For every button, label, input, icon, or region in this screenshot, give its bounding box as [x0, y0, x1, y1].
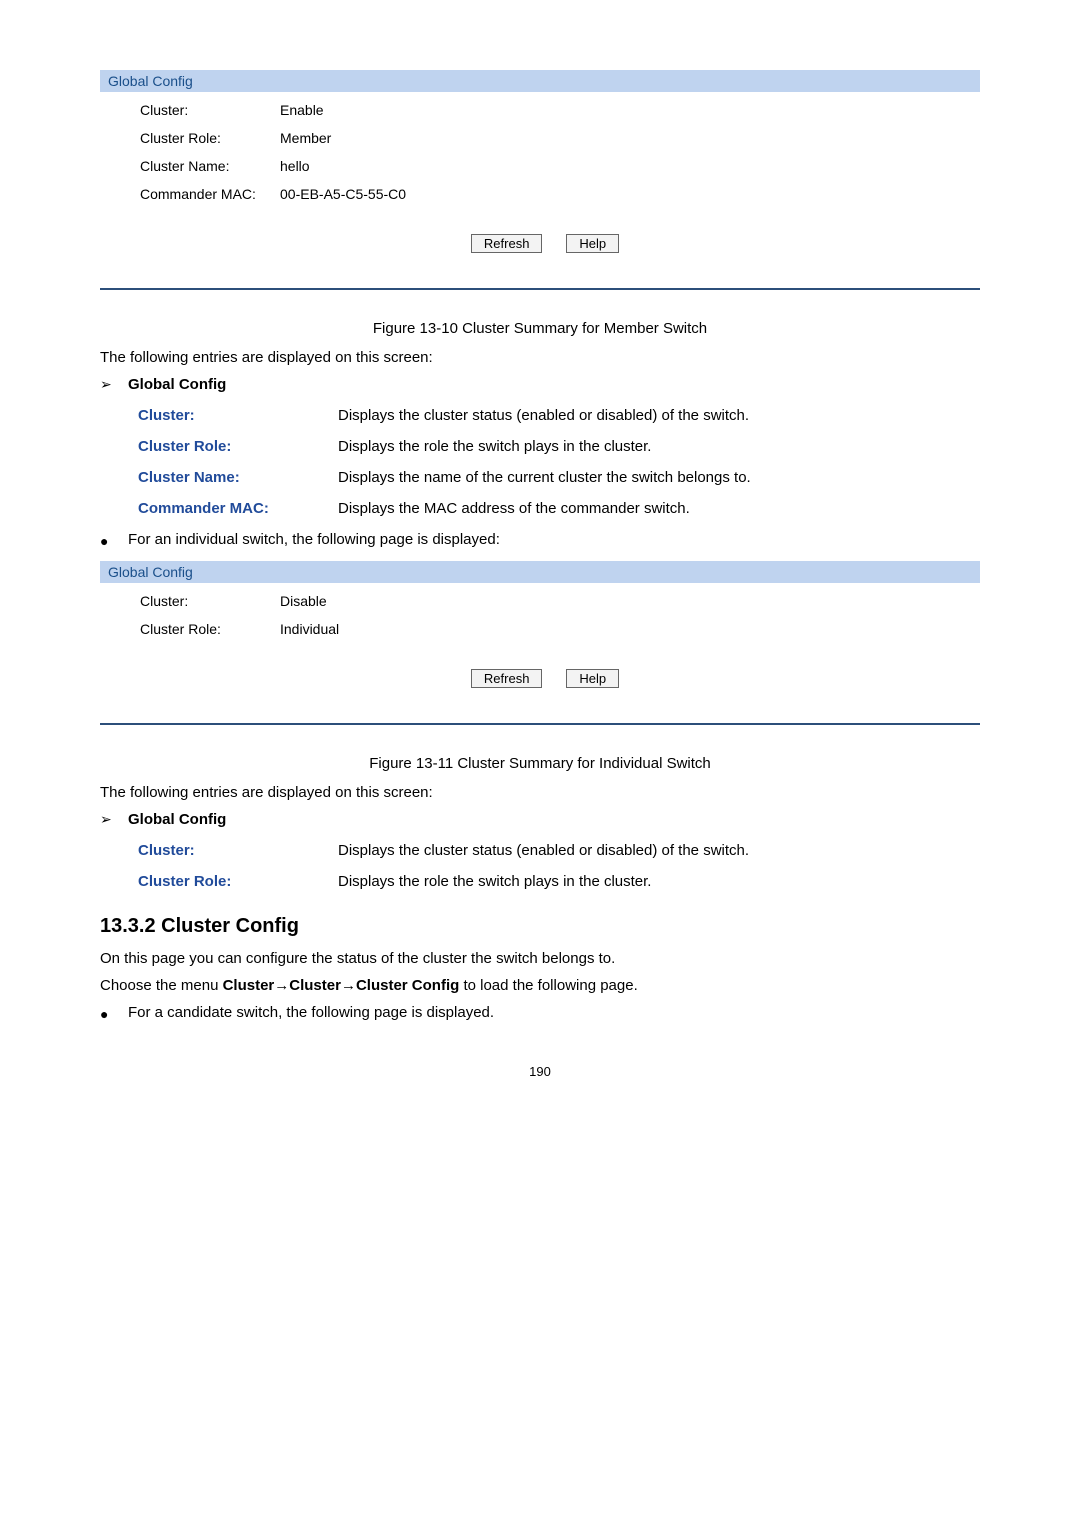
section-heading: ➢ Global Config: [100, 376, 980, 393]
figure-caption: Figure 13-11 Cluster Summary for Individ…: [100, 755, 980, 772]
config-row: Commander MAC: 00-EB-A5-C5-55-C0: [140, 186, 950, 202]
bullet-icon: ●: [100, 531, 128, 551]
figure-caption: Figure 13-10 Cluster Summary for Member …: [100, 320, 980, 337]
bullet-paragraph: ● For an individual switch, the followin…: [100, 531, 980, 551]
definition-list: Cluster: Displays the cluster status (en…: [100, 842, 980, 890]
definition-row: Cluster Name: Displays the name of the c…: [138, 469, 980, 486]
global-config-panel-individual: Global Config Cluster: Disable Cluster R…: [100, 561, 980, 725]
menu-path-paragraph: Choose the menu Cluster→Cluster→Cluster …: [100, 977, 980, 994]
cluster-value: Enable: [280, 102, 324, 118]
definition-list: Cluster: Displays the cluster status (en…: [100, 407, 980, 517]
config-row: Cluster Role: Member: [140, 130, 950, 146]
config-row: Cluster: Enable: [140, 102, 950, 118]
commander-mac-value: 00-EB-A5-C5-55-C0: [280, 186, 406, 202]
desc-cluster: Displays the cluster status (enabled or …: [338, 842, 749, 859]
button-row: Refresh Help: [140, 649, 950, 703]
cluster-name-label: Cluster Name:: [140, 158, 280, 174]
cluster-role-label: Cluster Role:: [140, 130, 280, 146]
config-row: Cluster Role: Individual: [140, 621, 950, 637]
bullet-icon: ●: [100, 1004, 128, 1024]
help-button[interactable]: Help: [566, 669, 619, 688]
arrow-icon: ➢: [100, 811, 128, 828]
term-cluster-role: Cluster Role:: [138, 873, 338, 890]
intro-text: The following entries are displayed on t…: [100, 349, 980, 366]
section-heading: ➢ Global Config: [100, 811, 980, 828]
section-title: Global Config: [128, 376, 226, 393]
cluster-label: Cluster:: [140, 593, 280, 609]
term-cluster: Cluster:: [138, 407, 338, 424]
help-button[interactable]: Help: [566, 234, 619, 253]
config-row: Cluster: Disable: [140, 593, 950, 609]
menu-path-suffix: to load the following page.: [459, 977, 637, 994]
config-row: Cluster Name: hello: [140, 158, 950, 174]
panel-header: Global Config: [100, 561, 980, 583]
arrow-icon: ➢: [100, 376, 128, 393]
term-commander-mac: Commander MAC:: [138, 500, 338, 517]
desc-cluster-role: Displays the role the switch plays in th…: [338, 438, 651, 455]
desc-cluster-role: Displays the role the switch plays in th…: [338, 873, 651, 890]
cluster-role-label: Cluster Role:: [140, 621, 280, 637]
menu-path-bold: Cluster→Cluster→Cluster Config: [223, 977, 460, 994]
paragraph: On this page you can configure the statu…: [100, 950, 980, 967]
definition-row: Cluster: Displays the cluster status (en…: [138, 407, 980, 424]
commander-mac-label: Commander MAC:: [140, 186, 280, 202]
definition-row: Cluster: Displays the cluster status (en…: [138, 842, 980, 859]
cluster-role-value: Member: [280, 130, 331, 146]
definition-row: Cluster Role: Displays the role the swit…: [138, 873, 980, 890]
cluster-label: Cluster:: [140, 102, 280, 118]
term-cluster-name: Cluster Name:: [138, 469, 338, 486]
term-cluster: Cluster:: [138, 842, 338, 859]
section-heading-cluster-config: 13.3.2 Cluster Config: [100, 915, 980, 938]
panel-header: Global Config: [100, 70, 980, 92]
bullet-text: For an individual switch, the following …: [128, 531, 500, 551]
desc-commander-mac: Displays the MAC address of the commande…: [338, 500, 690, 517]
cluster-name-value: hello: [280, 158, 310, 174]
cluster-value: Disable: [280, 593, 327, 609]
menu-path-prefix: Choose the menu: [100, 977, 223, 994]
desc-cluster: Displays the cluster status (enabled or …: [338, 407, 749, 424]
panel-body: Cluster: Enable Cluster Role: Member Clu…: [100, 92, 980, 288]
bullet-paragraph: ● For a candidate switch, the following …: [100, 1004, 980, 1024]
refresh-button[interactable]: Refresh: [471, 234, 543, 253]
panel-body: Cluster: Disable Cluster Role: Individua…: [100, 583, 980, 723]
desc-cluster-name: Displays the name of the current cluster…: [338, 469, 751, 486]
bullet-text: For a candidate switch, the following pa…: [128, 1004, 494, 1024]
section-title: Global Config: [128, 811, 226, 828]
refresh-button[interactable]: Refresh: [471, 669, 543, 688]
term-cluster-role: Cluster Role:: [138, 438, 338, 455]
button-row: Refresh Help: [140, 214, 950, 268]
definition-row: Cluster Role: Displays the role the swit…: [138, 438, 980, 455]
intro-text: The following entries are displayed on t…: [100, 784, 980, 801]
cluster-role-value: Individual: [280, 621, 339, 637]
definition-row: Commander MAC: Displays the MAC address …: [138, 500, 980, 517]
page-number: 190: [100, 1064, 980, 1079]
global-config-panel-member: Global Config Cluster: Enable Cluster Ro…: [100, 70, 980, 290]
